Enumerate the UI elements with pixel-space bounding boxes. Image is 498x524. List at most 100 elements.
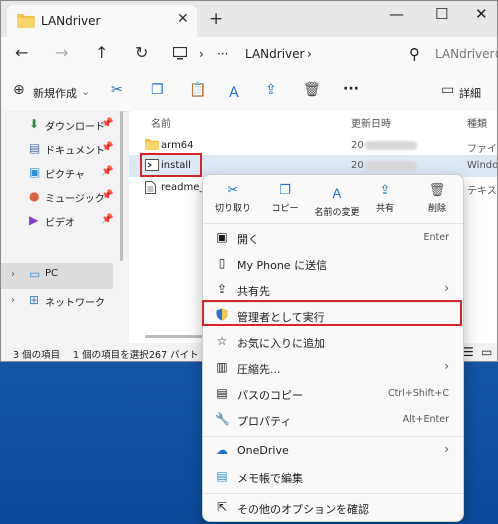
paste-icon[interactable]: 📋 <box>189 82 206 98</box>
star-icon: ☆ <box>216 334 228 348</box>
column-date[interactable]: 更新日時 <box>351 115 391 130</box>
breadcrumb-chevron[interactable]: › <box>307 47 312 61</box>
selected-size: 267 バイト <box>149 350 199 361</box>
details-pane-icon[interactable]: ▭ <box>441 82 454 98</box>
search-icon: ⚲ <box>409 45 420 63</box>
command-toolbar: ⊕ 新規作成 ⌄ ✂ ❐ 📋 Ａ ⇪ 🗑 ··· ▭ 詳細 <box>1 73 497 112</box>
folder-icon <box>17 14 35 31</box>
chevron-right-icon: › <box>444 359 449 373</box>
back-button[interactable]: ← <box>15 43 28 62</box>
new-button[interactable]: 新規作成 <box>33 85 77 101</box>
zip-icon: ▥ <box>216 360 228 374</box>
chevron-right-icon: › <box>444 281 449 295</box>
pin-icon: 📌 <box>101 214 114 225</box>
open-icon: ▣ <box>216 230 228 244</box>
column-type[interactable]: 種類 <box>467 115 487 130</box>
path-icon: ▤ <box>216 386 228 400</box>
delete-icon[interactable]: 🗑 <box>303 82 321 98</box>
up-button[interactable]: ↑ <box>95 43 108 62</box>
breadcrumb-separator[interactable]: › <box>199 47 204 61</box>
menu-item-copy-path[interactable]: ▤ パスのコピー Ctrl+Shift+C <box>203 381 463 407</box>
minimize-button[interactable]: — <box>389 5 404 23</box>
sidebar-item-pc[interactable]: › ▭ PC <box>1 263 113 289</box>
menu-item-add-favorite[interactable]: ☆ お気に入りに追加 <box>203 329 463 355</box>
navigation-pane: ⬇ ダウンロード 📌 ▤ ドキュメント 📌 ▣ ピクチャ 📌 ● ミュージック … <box>1 111 123 343</box>
redacted-date <box>365 141 417 150</box>
expand-chevron-icon[interactable]: › <box>11 295 15 306</box>
tab-landriver[interactable]: LANdriver ✕ <box>7 5 197 37</box>
horizontal-scrollbar[interactable] <box>145 335 205 338</box>
details-button[interactable]: 詳細 <box>459 85 481 101</box>
details-view-icon[interactable]: ☰ <box>463 345 474 359</box>
search-input[interactable] <box>433 46 497 62</box>
pc-icon: ▭ <box>29 267 41 281</box>
menu-item-onedrive[interactable]: ☁ OneDrive › <box>203 438 463 464</box>
pin-icon: 📌 <box>101 142 114 153</box>
sidebar-item-documents[interactable]: ▤ ドキュメント 📌 <box>1 137 123 161</box>
forward-button[interactable]: → <box>55 43 68 62</box>
sidebar-item-pictures[interactable]: ▣ ピクチャ 📌 <box>1 161 123 185</box>
context-delete-button[interactable]: 🗑 削除 <box>409 175 465 223</box>
notepad-icon: ▤ <box>216 469 228 483</box>
menu-item-more-options[interactable]: ⇱ その他のオプションを確認 <box>203 495 463 521</box>
cut-icon[interactable]: ✂ <box>111 82 123 98</box>
share-icon[interactable]: ⇪ <box>265 82 277 98</box>
pc-icon[interactable] <box>172 46 188 63</box>
pin-icon: 📌 <box>101 166 114 177</box>
pin-icon: 📌 <box>101 118 114 129</box>
sidebar-item-videos[interactable]: ▶ ビデオ 📌 <box>1 209 123 233</box>
sidebar-scrollbar[interactable] <box>120 111 123 261</box>
phone-icon: ▯ <box>218 256 226 270</box>
sidebar-item-music[interactable]: ● ミュージック 📌 <box>1 185 123 209</box>
selected-count: 1 個の項目を選択 <box>73 350 149 361</box>
rename-icon[interactable]: Ａ <box>227 82 241 102</box>
menu-item-open[interactable]: ▣ 開く Enter <box>203 225 463 251</box>
new-plus-icon[interactable]: ⊕ <box>13 82 25 98</box>
share-icon: ⇪ <box>379 183 391 198</box>
breadcrumb-landriver[interactable]: LANdriver <box>245 47 304 61</box>
context-share-button[interactable]: ⇪ 共有 <box>357 175 413 223</box>
refresh-button[interactable]: ↻ <box>135 43 148 62</box>
scissors-icon: ✂ <box>227 183 239 198</box>
sidebar-item-network[interactable]: › ⊞ ネットワーク <box>1 289 123 313</box>
run-as-admin-highlight-box <box>202 300 462 326</box>
more-options-icon: ⇱ <box>216 500 228 514</box>
picture-icon: ▣ <box>29 165 41 179</box>
chevron-right-icon: › <box>444 442 449 456</box>
navigation-bar: ← → ↑ ↻ › ··· LANdriver › ⚲ <box>1 37 497 73</box>
expand-chevron-icon[interactable]: › <box>11 269 15 280</box>
menu-divider <box>203 223 463 224</box>
search-box[interactable]: ⚲ <box>401 41 497 69</box>
music-icon: ● <box>29 189 40 203</box>
menu-item-edit-notepad[interactable]: ▤ メモ帳で編集 <box>203 464 463 490</box>
tab-close-icon[interactable]: ✕ <box>177 11 189 27</box>
new-tab-button[interactable]: + <box>209 9 223 29</box>
context-cut-button[interactable]: ✂ 切り取り <box>205 175 261 223</box>
tiles-view-icon[interactable]: ▭ <box>481 345 492 359</box>
copy-icon[interactable]: ❐ <box>151 82 164 98</box>
close-button[interactable]: ✕ <box>475 5 488 23</box>
context-menu: ✂ 切り取り ❐ コピー Ａ 名前の変更 ⇪ 共有 🗑 削除 ▣ 開く Ente… <box>202 174 464 522</box>
title-bar: LANdriver ✕ + — ☐ ✕ <box>1 1 497 37</box>
new-chevron-icon[interactable]: ⌄ <box>81 85 90 98</box>
menu-item-compress[interactable]: ▥ 圧縮先... › <box>203 355 463 381</box>
share-icon: ⇪ <box>216 282 228 296</box>
install-highlight-box <box>140 153 202 177</box>
menu-item-properties[interactable]: 🔧 プロパティ Alt+Enter <box>203 407 463 433</box>
maximize-button[interactable]: ☐ <box>435 5 448 23</box>
menu-item-send-to-phone[interactable]: ▯ My Phone に送信 <box>203 251 463 277</box>
sidebar-item-downloads[interactable]: ⬇ ダウンロード 📌 <box>1 113 123 137</box>
network-icon: ⊞ <box>29 293 40 307</box>
folder-icon <box>145 139 159 153</box>
wrench-icon: 🔧 <box>215 412 230 426</box>
document-icon: ▤ <box>29 141 41 155</box>
video-icon: ▶ <box>29 213 39 227</box>
pin-icon: 📌 <box>101 190 114 201</box>
breadcrumb-overflow[interactable]: ··· <box>217 47 228 61</box>
tab-title: LANdriver <box>41 14 101 28</box>
text-file-icon <box>145 181 156 197</box>
column-name[interactable]: 名前 <box>151 115 171 130</box>
more-options-button[interactable]: ··· <box>343 81 359 97</box>
menu-divider <box>203 493 463 494</box>
item-count: 3 個の項目 <box>13 350 61 361</box>
